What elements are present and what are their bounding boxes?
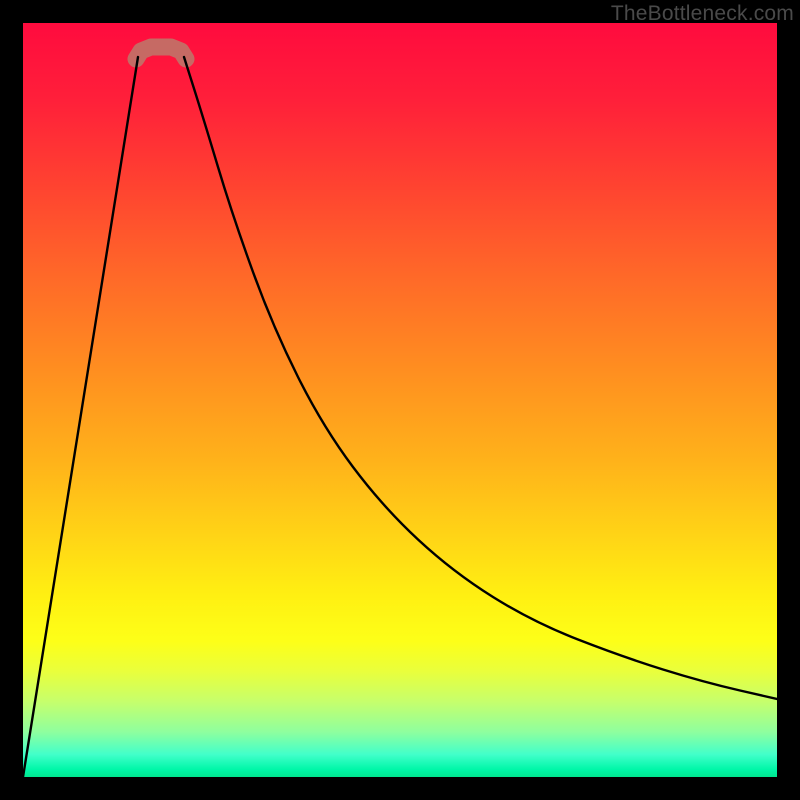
trough-marker	[136, 47, 186, 59]
chart-svg	[23, 23, 777, 777]
chart-frame: TheBottleneck.com	[0, 0, 800, 800]
curve-line	[23, 57, 777, 777]
plot-area	[23, 23, 777, 777]
watermark-text: TheBottleneck.com	[611, 2, 794, 26]
